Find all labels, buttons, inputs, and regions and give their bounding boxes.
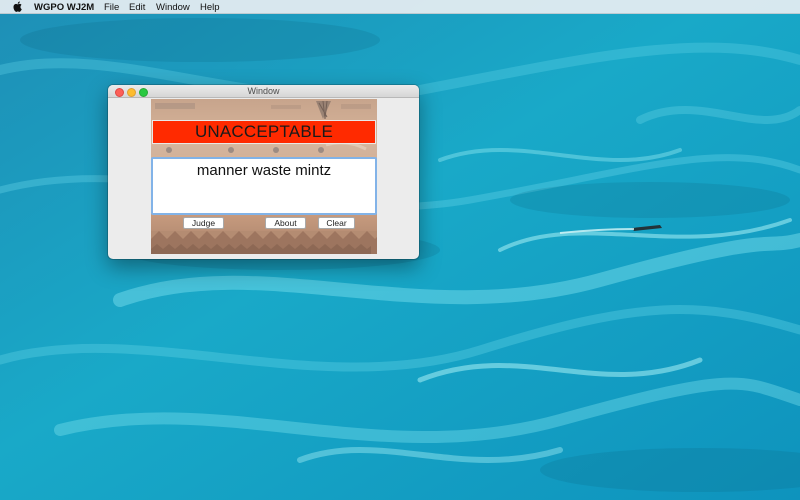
app-window: Window UNACCEPTABLE manner waste mintz J… <box>108 85 419 259</box>
menu-window[interactable]: Window <box>156 2 190 13</box>
content-panel: UNACCEPTABLE manner waste mintz Judge Ab… <box>151 99 377 254</box>
phrase-input[interactable]: manner waste mintz <box>151 157 377 215</box>
window-title: Window <box>247 86 280 96</box>
title-bar[interactable]: Window <box>108 85 419 98</box>
app-name[interactable]: WGPO WJ2M <box>34 2 94 13</box>
menu-edit[interactable]: Edit <box>129 2 145 13</box>
judge-button[interactable]: Judge <box>183 217 224 229</box>
clear-button[interactable]: Clear <box>318 217 355 229</box>
verdict-label: UNACCEPTABLE <box>152 120 376 144</box>
menu-file[interactable]: File <box>104 2 119 13</box>
about-button[interactable]: About <box>265 217 306 229</box>
menu-help[interactable]: Help <box>200 2 220 13</box>
menu-bar: WGPO WJ2M File Edit Window Help <box>0 0 800 14</box>
apple-logo-icon[interactable] <box>13 1 22 12</box>
